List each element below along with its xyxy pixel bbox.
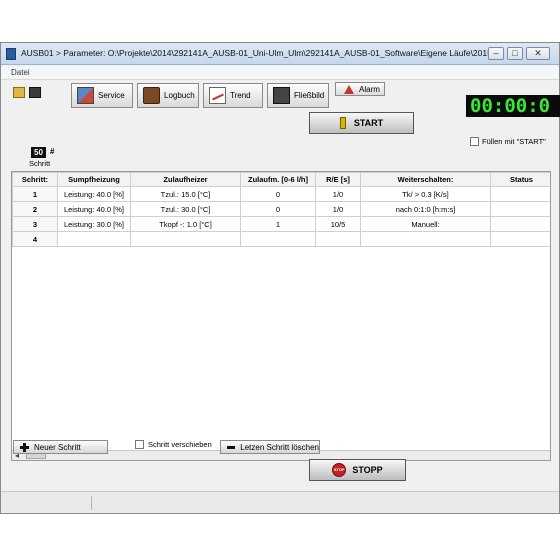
table-cell[interactable]: 2 (12, 201, 58, 217)
table-cell[interactable] (57, 231, 131, 247)
trend-button-label: Trend (230, 91, 251, 100)
stop-button-label: STOPP (352, 465, 383, 475)
table-cell[interactable]: Leistung: 40.0 [%] (57, 201, 131, 217)
shift-step-checkbox[interactable]: Schritt verschieben (135, 440, 212, 449)
table-cell[interactable]: 3 (12, 216, 58, 232)
table-cell[interactable]: 1/0 (315, 201, 361, 217)
table-row[interactable]: 3 Leistung: 30.0 [%] Tkopf -: 1.0 [°C] 1… (12, 216, 550, 232)
alarm-button[interactable]: Alarm (335, 82, 385, 96)
table-cell[interactable] (240, 231, 316, 247)
table-cell[interactable]: 1/0 (315, 186, 361, 202)
fill-with-start-label: Füllen mit "START" (482, 137, 546, 146)
table-cell[interactable] (360, 231, 491, 247)
table-cell[interactable]: Manuell: (360, 216, 491, 232)
table-row[interactable]: 4 (12, 231, 550, 247)
table-cell[interactable]: 10/5 (315, 216, 361, 232)
open-folder-icon[interactable] (13, 87, 25, 98)
alarm-button-label: Alarm (359, 84, 380, 94)
column-header-feed-flow[interactable]: Zulaufm. [0-6 l/h] (240, 172, 316, 187)
table-cell[interactable]: 4 (12, 231, 58, 247)
table-cell[interactable]: nach 0:1:0 [h:m:s] (360, 201, 491, 217)
table-header-row: Schritt: Sumpfheizung Zulaufheizer Zulau… (12, 172, 550, 187)
table-cell[interactable]: Leistung: 30.0 [%] (57, 216, 131, 232)
shift-step-checkbox-box[interactable] (135, 440, 144, 449)
table-cell[interactable]: Tzul.: 30.0 [°C] (130, 201, 241, 217)
column-header-feed-heater[interactable]: Zulaufheizer (130, 172, 241, 187)
logbook-button[interactable]: Logbuch (137, 83, 199, 108)
save-disk-icon[interactable] (29, 87, 41, 98)
table-cell[interactable] (490, 201, 550, 217)
fill-with-start-checkbox-box[interactable] (470, 137, 479, 146)
logbook-icon (143, 87, 160, 104)
current-step-value: 50 (31, 147, 46, 158)
table-cell[interactable]: Tk/ > 0.3 [K/s] (360, 186, 491, 202)
start-button-label: START (353, 118, 384, 128)
minus-icon (227, 445, 236, 449)
menu-bar: Datei (1, 66, 559, 80)
step-hash-symbol: # (50, 147, 55, 156)
column-header-status[interactable]: Status (490, 172, 550, 187)
flow-diagram-icon (273, 87, 290, 104)
column-header-advance-condition[interactable]: Weiterschalten: (360, 172, 491, 187)
flow-diagram-button[interactable]: Fließbild (267, 83, 329, 108)
status-bar (1, 491, 559, 513)
table-cell[interactable]: 0 (240, 201, 316, 217)
app-icon (6, 48, 16, 60)
service-button-label: Service (98, 91, 125, 100)
table-cell[interactable]: Tkopf -: 1.0 [°C] (130, 216, 241, 232)
table-row[interactable]: 2 Leistung: 40.0 [%] Tzul.: 30.0 [°C] 0 … (12, 201, 550, 217)
service-tools-icon (77, 87, 94, 104)
application-window: AUSB01 > Parameter: O:\Projekte\2014\292… (0, 42, 560, 514)
window-title: AUSB01 > Parameter: O:\Projekte\2014\292… (21, 48, 489, 58)
step-label: Schritt (29, 159, 51, 168)
new-step-button[interactable]: Neuer Schritt (13, 440, 108, 454)
status-bar-divider (91, 496, 92, 510)
flow-diagram-button-label: Fließbild (294, 91, 325, 100)
table-cell[interactable] (490, 216, 550, 232)
start-icon (339, 117, 346, 129)
table-row[interactable]: 1 Leistung: 40.0 [%] Tzul.: 15.0 [°C] 0 … (12, 186, 550, 202)
menu-file[interactable]: Datei (11, 68, 30, 77)
logbook-button-label: Logbuch (164, 91, 195, 100)
table-cell[interactable] (490, 186, 550, 202)
plus-icon (20, 442, 29, 452)
stop-sign-icon: STOP (332, 463, 347, 477)
table-cell[interactable]: Leistung: 40.0 [%] (57, 186, 131, 202)
stop-button[interactable]: STOP STOPP (309, 459, 406, 481)
start-button[interactable]: START (309, 112, 414, 134)
column-header-sump-heating[interactable]: Sumpfheizung (57, 172, 131, 187)
maximize-button[interactable]: □ (507, 47, 523, 60)
service-button[interactable]: Service (71, 83, 133, 108)
column-header-reflux-ratio[interactable]: R/E [s] (315, 172, 361, 187)
table-cell[interactable] (315, 231, 361, 247)
table-cell[interactable]: 0 (240, 186, 316, 202)
title-bar: AUSB01 > Parameter: O:\Projekte\2014\292… (1, 43, 559, 65)
fill-with-start-checkbox[interactable]: Füllen mit "START" (470, 137, 546, 146)
delete-last-step-button-label: Letzen Schritt löschen (240, 442, 319, 452)
table-cell[interactable] (490, 231, 550, 247)
minimize-button[interactable]: – (488, 47, 504, 60)
column-header-step[interactable]: Schritt: (12, 172, 58, 187)
table-cell[interactable]: 1 (12, 186, 58, 202)
warning-triangle-icon (344, 84, 354, 94)
step-table: Schritt: Sumpfheizung Zulaufheizer Zulau… (11, 171, 551, 461)
shift-step-label: Schritt verschieben (148, 440, 212, 449)
table-cell[interactable] (130, 231, 241, 247)
trend-chart-icon (209, 87, 226, 104)
delete-last-step-button[interactable]: Letzen Schritt löschen (220, 440, 320, 454)
table-cell[interactable]: 1 (240, 216, 316, 232)
table-cell[interactable]: Tzul.: 15.0 [°C] (130, 186, 241, 202)
close-button[interactable]: ✕ (526, 47, 550, 60)
elapsed-timer-display: 00:00:0 (466, 95, 560, 117)
trend-button[interactable]: Trend (203, 83, 263, 108)
new-step-button-label: Neuer Schritt (34, 442, 81, 452)
